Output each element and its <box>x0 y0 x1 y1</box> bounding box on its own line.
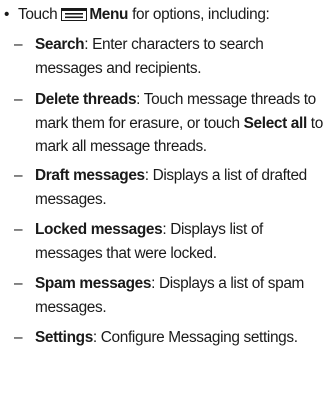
option-draft-messages: – Draft messages: Displays a list of dra… <box>14 164 330 211</box>
option-text: Delete threads: Touch message threads to… <box>35 88 330 159</box>
dash: – <box>14 91 23 108</box>
bullet: • <box>4 6 10 23</box>
manual-page: • Touch Menu for options, including: – Sea… <box>0 0 332 395</box>
option-term: Search <box>35 36 85 53</box>
option-search: – Search: Enter characters to search mes… <box>14 33 330 80</box>
option-text: Locked messages: Displays list of messag… <box>35 218 330 265</box>
dash: – <box>14 221 23 238</box>
option-text: Settings: Configure Messaging settings. <box>35 326 330 350</box>
dash: – <box>14 167 23 184</box>
menu-icon <box>61 8 88 21</box>
menu-label: Menu <box>89 6 129 23</box>
option-text: Search: Enter characters to search messa… <box>35 33 330 80</box>
option-text: Draft messages: Displays a list of draft… <box>35 164 330 211</box>
intro-prefix: Touch <box>18 6 58 23</box>
option-settings: – Settings: Configure Messaging settings… <box>14 326 330 350</box>
option-term: Locked messages <box>35 221 163 238</box>
option-term: Spam messages <box>35 275 152 292</box>
option-term: Delete threads <box>35 91 137 108</box>
option-term: Settings <box>35 329 93 346</box>
intro-suffix: for options, including: <box>132 6 270 23</box>
option-term: Draft messages <box>35 167 145 184</box>
option-term-select-all: Select all <box>243 114 308 132</box>
dash: – <box>14 275 23 292</box>
option-locked-messages: – Locked messages: Displays list of mess… <box>14 218 330 265</box>
option-delete-threads: – Delete threads: Touch message threads … <box>14 88 330 159</box>
option-spam-messages: – Spam messages: Displays a list of spam… <box>14 272 330 319</box>
dash: – <box>14 36 23 53</box>
option-description: : Configure Messaging settings. <box>92 329 298 346</box>
option-text: Spam messages: Displays a list of spam m… <box>35 272 330 319</box>
intro-line: • Touch Menu for options, including: <box>4 6 330 24</box>
dash: – <box>14 329 23 346</box>
